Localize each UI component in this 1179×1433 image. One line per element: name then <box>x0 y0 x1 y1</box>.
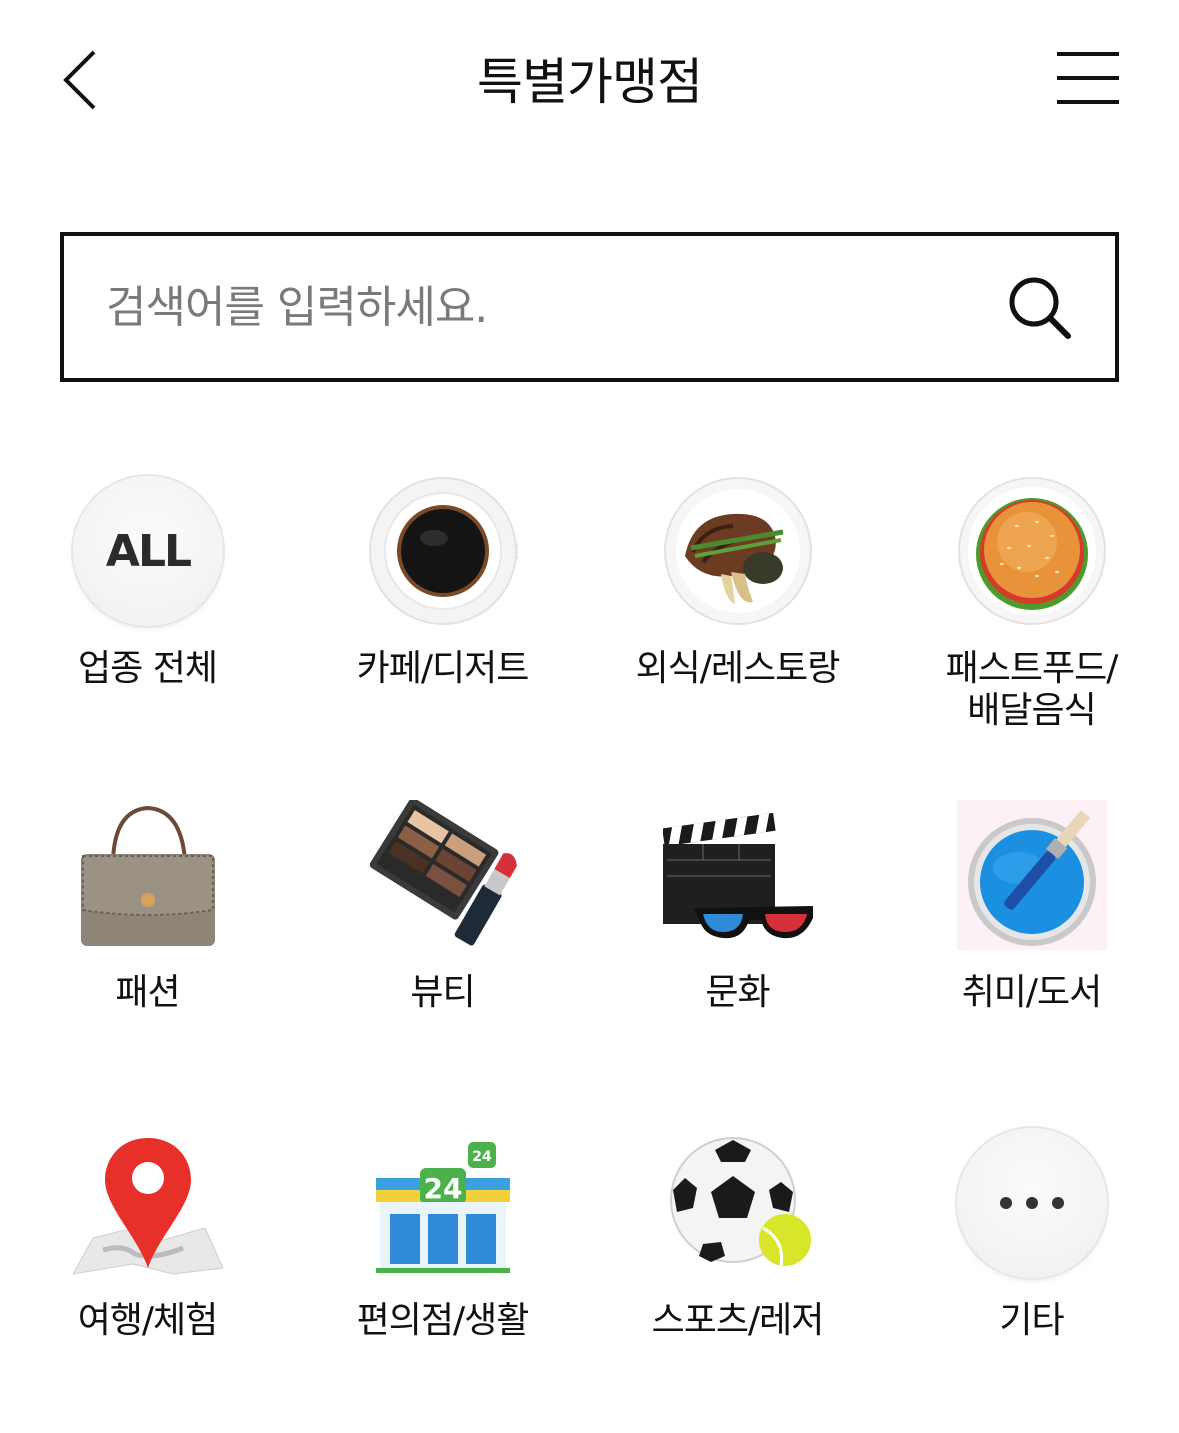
category-label: 여행/체험 <box>77 1300 219 1341</box>
all-icon-text: ALL <box>105 525 192 577</box>
category-label: 뷰티 <box>410 972 475 1013</box>
search-box <box>60 232 1119 382</box>
search-input[interactable] <box>106 236 966 378</box>
more-dots-icon <box>957 1128 1107 1278</box>
category-label: 문화 <box>705 972 770 1013</box>
svg-text:24: 24 <box>472 1149 492 1165</box>
category-hobby[interactable]: 취미/도서 <box>884 800 1179 1100</box>
category-label: 패션 <box>115 972 180 1013</box>
burger-icon <box>958 477 1106 625</box>
map-pin-icon <box>73 1138 223 1275</box>
category-label: 기타 <box>999 1300 1064 1341</box>
category-culture[interactable]: 문화 <box>590 800 885 1100</box>
category-label: 패스트푸드/ 배달음식 <box>945 648 1119 731</box>
header: 특별가맹점 <box>0 0 1179 160</box>
steak-plate-icon <box>664 477 812 625</box>
page-title: 특별가맹점 <box>477 53 703 111</box>
soccer-ball-icon <box>670 1137 811 1267</box>
category-label: 카페/디저트 <box>356 648 530 689</box>
category-label: 업종 전체 <box>78 648 218 689</box>
makeup-icon <box>369 800 517 946</box>
handbag-icon <box>81 805 215 946</box>
category-beauty[interactable]: 뷰티 <box>295 800 590 1100</box>
category-etc[interactable]: 기타 <box>884 1128 1179 1428</box>
category-cafe[interactable]: 카페/디저트 <box>295 476 590 776</box>
category-sports[interactable]: 스포츠/레저 <box>590 1128 885 1428</box>
menu-button[interactable] <box>1050 46 1126 110</box>
category-label: 취미/도서 <box>961 972 1103 1013</box>
category-fashion[interactable]: 패션 <box>0 800 295 1100</box>
coffee-cup-icon <box>369 477 518 625</box>
all-icon: ALL <box>73 476 223 626</box>
clapperboard-icon <box>663 812 813 939</box>
category-fastfood[interactable]: 패스트푸드/ 배달음식 <box>884 476 1179 776</box>
category-restaurant[interactable]: 외식/레스토랑 <box>590 476 885 776</box>
search-icon <box>1009 277 1071 339</box>
search-button[interactable] <box>1004 272 1074 342</box>
convenience-store-icon-text: 24 <box>424 1172 463 1205</box>
category-label: 스포츠/레저 <box>651 1300 825 1341</box>
category-all[interactable]: ALL 업종 전체 <box>0 476 295 776</box>
category-label: 편의점/생활 <box>356 1300 530 1341</box>
category-travel[interactable]: 여행/체험 <box>0 1128 295 1428</box>
category-label: 외식/레스토랑 <box>635 648 841 689</box>
hamburger-menu-icon <box>1057 52 1119 56</box>
category-convenience[interactable]: 24 24 편의점/생활 <box>295 1128 590 1428</box>
paint-bucket-icon <box>957 800 1107 950</box>
convenience-store-icon: 24 24 <box>376 1142 510 1273</box>
